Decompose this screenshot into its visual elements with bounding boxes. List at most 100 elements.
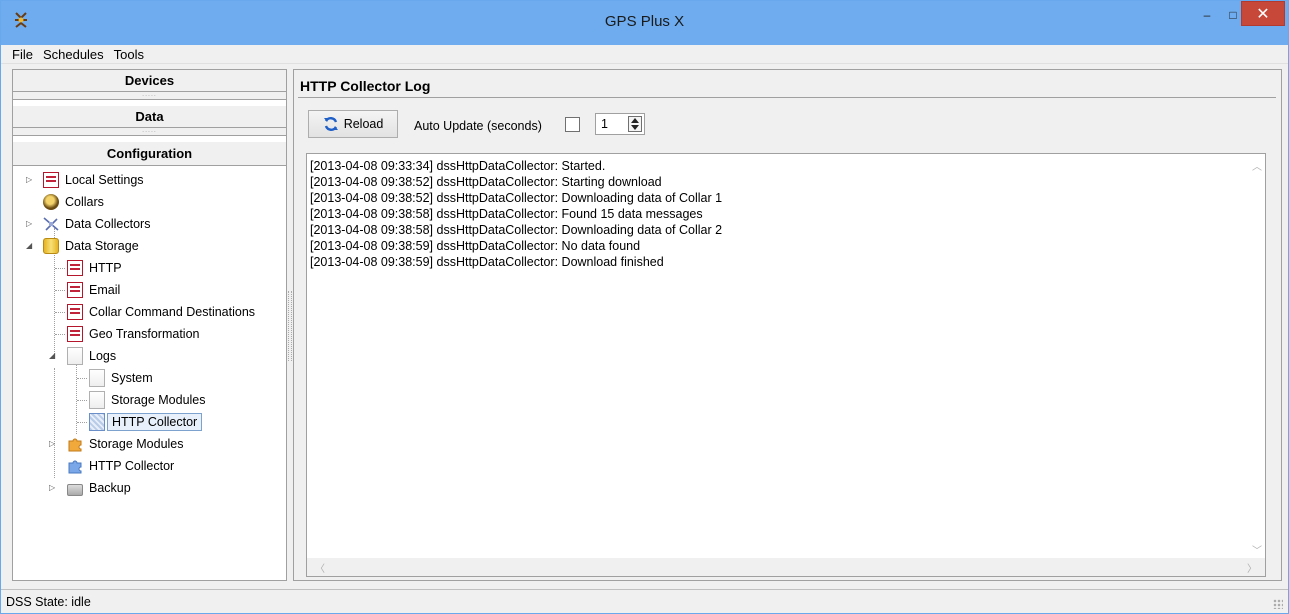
tree-item-data-collectors[interactable]: Data Collectors xyxy=(43,214,150,234)
expand-arrow-icon[interactable]: ▷ xyxy=(49,483,57,492)
page-selected-icon xyxy=(89,413,105,431)
checklist-icon xyxy=(43,172,59,188)
spinner-up-icon[interactable] xyxy=(631,118,639,123)
vertical-scrollbar[interactable]: ︿ ﹀ xyxy=(1248,154,1265,559)
spinner-buttons[interactable] xyxy=(628,116,642,132)
tree-line xyxy=(77,378,87,379)
log-line: [2013-04-08 09:33:34] dssHttpDataCollect… xyxy=(310,159,606,173)
pane-splitter[interactable] xyxy=(288,291,292,361)
tree-line xyxy=(76,364,77,434)
checklist-icon xyxy=(67,326,83,342)
puzzle-icon xyxy=(68,438,82,452)
spinner-value[interactable]: 1 xyxy=(596,117,626,131)
scroll-up-icon[interactable]: ︿ xyxy=(1252,158,1262,173)
status-text: DSS State: idle xyxy=(6,595,91,609)
close-button[interactable]: ✕ xyxy=(1241,1,1285,26)
tree-item-logs-storage-modules[interactable]: Storage Modules xyxy=(89,390,206,410)
database-icon xyxy=(43,238,59,254)
panel-title: HTTP Collector Log xyxy=(300,78,431,94)
expand-arrow-icon[interactable]: ▷ xyxy=(26,219,34,228)
tree-item-email[interactable]: Email xyxy=(67,280,120,300)
tree-item-http[interactable]: HTTP xyxy=(67,258,122,278)
tree-item-label: Logs xyxy=(89,349,117,363)
collapse-arrow-icon[interactable]: ◢ xyxy=(26,241,34,250)
scroll-left-icon[interactable]: 〈 xyxy=(315,560,325,575)
log-panel: HTTP Collector Log Reload Auto Update (s… xyxy=(293,69,1282,581)
maximize-icon: □ xyxy=(1229,8,1237,22)
tree-line xyxy=(77,400,87,401)
section-data[interactable]: Data xyxy=(13,106,286,128)
tree-item-logs-http-collector[interactable]: HTTP Collector xyxy=(89,412,203,432)
minimize-icon: – xyxy=(1203,8,1211,22)
tree-item-label: HTTP Collector xyxy=(89,459,175,473)
tree-item-label: Data Collectors xyxy=(65,217,151,231)
log-line: [2013-04-08 09:38:58] dssHttpDataCollect… xyxy=(310,207,703,221)
auto-update-seconds-spinner[interactable]: 1 xyxy=(595,113,645,135)
tree-item-label: Data Storage xyxy=(65,239,139,253)
app-window: GPS Plus X – □ ✕ File Schedules Tools De… xyxy=(0,0,1289,614)
tree-item-collar-command-destinations[interactable]: Collar Command Destinations xyxy=(67,302,255,322)
scroll-down-icon[interactable]: ﹀ xyxy=(1252,542,1262,557)
tree-item-label: Backup xyxy=(89,481,131,495)
horizontal-scrollbar[interactable]: 〈 〉 xyxy=(307,558,1265,576)
tree-item-geo-transformation[interactable]: Geo Transformation xyxy=(67,324,199,344)
scroll-right-icon[interactable]: 〉 xyxy=(1247,560,1257,575)
tree-item-collars[interactable]: Collars xyxy=(43,192,104,212)
section-configuration[interactable]: Configuration xyxy=(13,142,286,166)
tree-item-storage-modules[interactable]: Storage Modules xyxy=(67,434,184,454)
auto-update-label: Auto Update (seconds) xyxy=(414,119,542,133)
log-page-icon xyxy=(67,347,83,365)
log-line: [2013-04-08 09:38:52] dssHttpDataCollect… xyxy=(310,191,723,205)
tree-item-label: Collars xyxy=(65,195,104,209)
printer-icon xyxy=(67,484,83,496)
spinner-down-icon[interactable] xyxy=(631,125,639,130)
tree-item-http-collector[interactable]: HTTP Collector xyxy=(67,456,174,476)
menu-schedules[interactable]: Schedules xyxy=(39,47,108,62)
log-text-area[interactable]: [2013-04-08 09:33:34] dssHttpDataCollect… xyxy=(306,153,1266,577)
checklist-icon xyxy=(67,260,83,276)
tree-line xyxy=(55,268,65,269)
tree-item-label: Geo Transformation xyxy=(89,327,200,341)
navigation-pane: Devices ..... Data ..... Configuration ▷… xyxy=(12,69,287,581)
collapse-arrow-icon[interactable]: ◢ xyxy=(49,351,57,360)
menu-bar: File Schedules Tools xyxy=(1,45,1288,64)
section-devices[interactable]: Devices xyxy=(13,70,286,92)
section-grip[interactable]: ..... xyxy=(13,91,286,100)
tree-item-label: Local Settings xyxy=(65,173,144,187)
menu-tools[interactable]: Tools xyxy=(110,47,148,62)
resize-grip-icon[interactable] xyxy=(1273,599,1283,609)
tree-line xyxy=(77,422,87,423)
tree-item-label: System xyxy=(111,371,153,385)
log-lines: [2013-04-08 09:33:34] dssHttpDataCollect… xyxy=(310,158,1240,270)
tree-line xyxy=(55,312,65,313)
configuration-tree: ▷ Local Settings Collars ▷ Data Collecto… xyxy=(13,168,286,580)
page-icon xyxy=(89,391,105,409)
checklist-icon xyxy=(67,304,83,320)
menu-file[interactable]: File xyxy=(8,47,37,62)
tree-item-local-settings[interactable]: Local Settings xyxy=(43,170,144,190)
expand-arrow-icon[interactable]: ▷ xyxy=(26,175,34,184)
minimize-button[interactable]: – xyxy=(1194,1,1220,29)
section-grip[interactable]: ..... xyxy=(13,127,286,136)
expand-arrow-icon[interactable]: ▷ xyxy=(49,439,57,448)
tree-item-label: HTTP xyxy=(89,261,122,275)
tree-item-logs-system[interactable]: System xyxy=(89,368,153,388)
tree-item-logs[interactable]: Logs xyxy=(67,346,116,366)
satellite-icon xyxy=(43,217,59,231)
reload-button[interactable]: Reload xyxy=(308,110,398,138)
tree-item-label: Email xyxy=(89,283,121,297)
log-line: [2013-04-08 09:38:58] dssHttpDataCollect… xyxy=(310,223,723,237)
tree-item-data-storage[interactable]: Data Storage xyxy=(43,236,139,256)
page-icon xyxy=(89,369,105,387)
panel-divider xyxy=(298,97,1276,98)
tree-line xyxy=(55,334,65,335)
tree-item-label-selected: HTTP Collector xyxy=(107,413,203,431)
puzzle-blue-icon xyxy=(68,460,82,474)
reload-label: Reload xyxy=(343,117,384,131)
tree-item-backup[interactable]: Backup xyxy=(67,478,131,498)
status-bar: DSS State: idle xyxy=(1,589,1288,613)
tree-item-label: Collar Command Destinations xyxy=(89,305,256,319)
title-bar[interactable]: GPS Plus X – □ ✕ xyxy=(1,1,1288,45)
tree-item-label: Storage Modules xyxy=(111,393,206,407)
auto-update-checkbox[interactable] xyxy=(565,117,580,132)
